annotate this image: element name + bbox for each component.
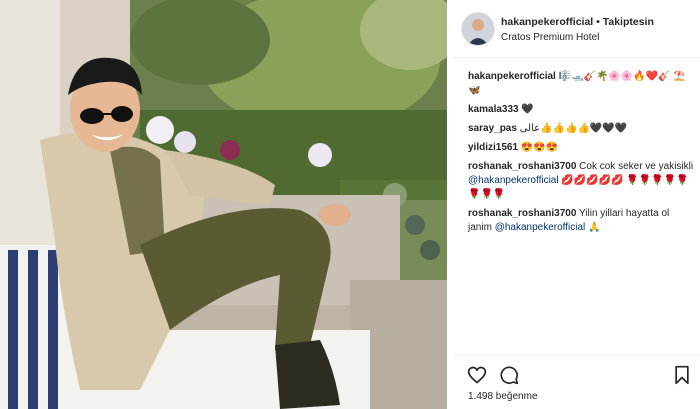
photo-illustration bbox=[0, 0, 447, 409]
comment-text: عالی👍👍👍👍🖤🖤🖤 bbox=[519, 123, 628, 134]
comment-text: 🖤 bbox=[521, 104, 534, 115]
comment-item: saray_pas عالی👍👍👍👍🖤🖤🖤 bbox=[468, 122, 694, 136]
comment-text: 😍😍😍 bbox=[520, 142, 559, 153]
comment-item: roshanak_roshani3700 Yilin yillari hayat… bbox=[468, 207, 694, 235]
header-location[interactable]: Cratos Premium Hotel bbox=[501, 32, 599, 43]
comment-username[interactable]: kamala333 bbox=[468, 104, 519, 115]
bookmark-icon[interactable] bbox=[673, 365, 691, 385]
header-divider bbox=[453, 57, 700, 58]
comment-mention[interactable]: @hakanpekerofficial bbox=[495, 222, 586, 233]
comment-mention[interactable]: @hakanpekerofficial bbox=[468, 175, 559, 186]
post-photo[interactable] bbox=[0, 0, 447, 409]
comment-username[interactable]: roshanak_roshani3700 bbox=[468, 208, 576, 219]
post-header: hakanpekerofficial • Takiptesin Cratos P… bbox=[461, 10, 693, 50]
avatar-image bbox=[462, 13, 494, 45]
comments-list: hakanpekerofficial 🎼🛥️🎸🌴🌸🌸🔥❤️🎸 ⛱️🦋 kamal… bbox=[468, 70, 694, 240]
comment-item: roshanak_roshani3700 Cok cok seker ve ya… bbox=[468, 160, 694, 202]
likes-count[interactable]: 1.498 beğenme bbox=[468, 391, 538, 402]
comment-icon[interactable] bbox=[499, 365, 519, 385]
comment-item: kamala333 🖤 bbox=[468, 103, 694, 117]
actions-divider bbox=[453, 355, 700, 356]
comment-username[interactable]: yildizi1561 bbox=[468, 142, 518, 153]
follow-status[interactable]: Takiptesin bbox=[603, 16, 654, 28]
comment-username[interactable]: saray_pas bbox=[468, 123, 517, 134]
comment-username[interactable]: hakanpekerofficial bbox=[468, 71, 556, 82]
action-bar bbox=[467, 365, 691, 385]
comment-text: Cok cok seker ve yakisikli bbox=[579, 161, 694, 172]
heart-icon[interactable] bbox=[467, 365, 487, 385]
avatar[interactable] bbox=[461, 12, 495, 46]
header-line: hakanpekerofficial • Takiptesin bbox=[501, 16, 654, 28]
comment-username[interactable]: roshanak_roshani3700 bbox=[468, 161, 576, 172]
header-separator: • bbox=[596, 16, 600, 28]
comment-item: hakanpekerofficial 🎼🛥️🎸🌴🌸🌸🔥❤️🎸 ⛱️🦋 bbox=[468, 70, 694, 98]
comment-item: yildizi1561 😍😍😍 bbox=[468, 141, 694, 155]
header-username[interactable]: hakanpekerofficial bbox=[501, 16, 593, 28]
post-side-panel: hakanpekerofficial • Takiptesin Cratos P… bbox=[453, 0, 700, 409]
comment-emoji-tail: 🙏 bbox=[588, 222, 601, 233]
